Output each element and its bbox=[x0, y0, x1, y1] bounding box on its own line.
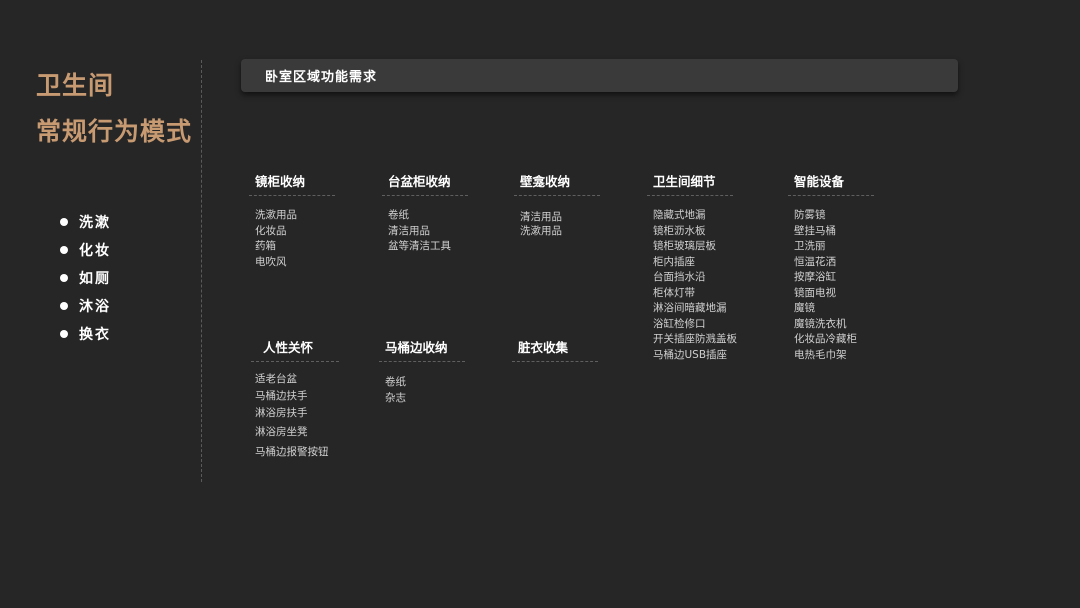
category-item: 镜面电视 bbox=[794, 286, 836, 299]
category-bathroom-details: 卫生间细节 隐藏式地漏 镜柜沥水板 镜柜玻璃层板 柜内插座 台面挡水沿 柜体灯带… bbox=[647, 171, 737, 363]
category-item: 台面挡水沿 bbox=[653, 271, 706, 283]
category-humane-care: 人性关怀 适老台盆 马桶边扶手 淋浴房扶手 淋浴房坐凳 马桶边报警按钮 bbox=[251, 337, 339, 462]
category-item: 盆等清洁工具 bbox=[388, 240, 451, 252]
category-item: 隐藏式地漏 bbox=[653, 209, 706, 221]
section-header-bar: 卧室区域功能需求 bbox=[241, 59, 958, 92]
behavior-item: 化妆 bbox=[60, 236, 111, 264]
category-item: 马桶边扶手 bbox=[255, 390, 308, 402]
category-item: 魔镜 bbox=[794, 302, 815, 314]
category-item: 柜体灯带 bbox=[653, 286, 695, 299]
category-items: 洗漱用品 化妆品 药箱 电吹风 bbox=[249, 208, 335, 270]
category-toilet-storage: 马桶边收纳 卷纸 杂志 bbox=[379, 337, 465, 406]
category-item: 卷纸 bbox=[385, 376, 406, 388]
category-item: 电吹风 bbox=[255, 255, 287, 268]
category-item: 淋浴房坐凳 bbox=[255, 426, 308, 438]
category-item: 防雾镜 bbox=[794, 209, 826, 221]
category-item: 化妆品 bbox=[255, 224, 287, 237]
category-title: 壁龛收纳 bbox=[514, 171, 600, 196]
page-title-line-2: 常规行为模式 bbox=[36, 117, 193, 146]
category-niche: 壁龛收纳 清洁用品 洗漱用品 bbox=[514, 171, 600, 238]
section-header-title: 卧室区域功能需求 bbox=[265, 70, 378, 85]
bullet-dot-icon bbox=[60, 218, 68, 226]
category-items: 清洁用品 洗漱用品 bbox=[514, 210, 600, 238]
behavior-list: 洗漱 化妆 如厕 沐浴 换衣 bbox=[60, 208, 111, 348]
category-mirror-cabinet: 镜柜收纳 洗漱用品 化妆品 药箱 电吹风 bbox=[249, 171, 335, 270]
category-item: 卷纸 bbox=[388, 209, 409, 221]
category-title: 人性关怀 bbox=[251, 337, 339, 362]
category-item: 淋浴间暗藏地漏 bbox=[653, 302, 727, 314]
category-item: 柜内插座 bbox=[653, 255, 695, 268]
behavior-item: 洗漱 bbox=[60, 208, 111, 236]
category-item: 化妆品冷藏柜 bbox=[794, 333, 857, 345]
category-item: 洗漱用品 bbox=[255, 209, 297, 221]
category-item: 淋浴房扶手 bbox=[255, 407, 308, 419]
category-item: 浴缸检修口 bbox=[653, 317, 706, 330]
category-item: 洗漱用品 bbox=[520, 225, 562, 237]
page-title-line-1: 卫生间 bbox=[36, 71, 115, 100]
category-smart-devices: 智能设备 防雾镜 壁挂马桶 卫洗丽 恒温花洒 按摩浴缸 镜面电视 魔镜 魔镜洗衣… bbox=[788, 171, 874, 363]
category-title: 镜柜收纳 bbox=[249, 171, 335, 196]
bullet-dot-icon bbox=[60, 302, 68, 310]
behavior-item-label: 洗漱 bbox=[79, 215, 111, 231]
category-laundry-collection: 脏衣收集 bbox=[512, 337, 598, 362]
bullet-dot-icon bbox=[60, 274, 68, 282]
category-item: 魔镜洗衣机 bbox=[794, 317, 847, 330]
category-items: 适老台盆 马桶边扶手 淋浴房扶手 淋浴房坐凳 马桶边报警按钮 bbox=[251, 371, 339, 462]
category-item: 按摩浴缸 bbox=[794, 271, 836, 283]
bullet-dot-icon bbox=[60, 246, 68, 254]
category-item: 镜柜玻璃层板 bbox=[653, 240, 716, 252]
category-item: 壁挂马桶 bbox=[794, 224, 836, 237]
category-item: 开关插座防溅盖板 bbox=[653, 333, 737, 345]
behavior-item-label: 如厕 bbox=[79, 271, 111, 287]
category-item: 清洁用品 bbox=[388, 224, 430, 237]
category-item: 药箱 bbox=[255, 240, 276, 252]
category-basin-cabinet: 台盆柜收纳 卷纸 清洁用品 盆等清洁工具 bbox=[382, 171, 468, 255]
category-items: 隐藏式地漏 镜柜沥水板 镜柜玻璃层板 柜内插座 台面挡水沿 柜体灯带 淋浴间暗藏… bbox=[647, 208, 737, 363]
category-title: 卫生间细节 bbox=[647, 171, 733, 196]
category-title: 脏衣收集 bbox=[512, 337, 598, 362]
behavior-item-label: 沐浴 bbox=[79, 299, 111, 315]
category-item: 清洁用品 bbox=[520, 211, 562, 223]
behavior-item-label: 化妆 bbox=[79, 243, 111, 259]
vertical-divider bbox=[201, 60, 202, 482]
category-title: 智能设备 bbox=[788, 171, 874, 196]
category-item: 恒温花洒 bbox=[794, 255, 836, 268]
category-items: 卷纸 清洁用品 盆等清洁工具 bbox=[382, 208, 468, 255]
bullet-dot-icon bbox=[60, 330, 68, 338]
category-item: 电热毛巾架 bbox=[794, 348, 847, 361]
category-item: 镜柜沥水板 bbox=[653, 224, 706, 237]
category-item: 马桶边报警按钮 bbox=[255, 446, 329, 458]
category-title: 马桶边收纳 bbox=[379, 337, 465, 362]
category-item: 杂志 bbox=[385, 391, 406, 404]
behavior-item: 沐浴 bbox=[60, 292, 111, 320]
category-items: 卷纸 杂志 bbox=[379, 375, 465, 406]
behavior-item: 换衣 bbox=[60, 320, 111, 348]
category-item: 卫洗丽 bbox=[794, 240, 826, 252]
category-item: 适老台盆 bbox=[255, 373, 297, 385]
behavior-item-label: 换衣 bbox=[79, 327, 111, 343]
category-title: 台盆柜收纳 bbox=[382, 171, 468, 196]
behavior-item: 如厕 bbox=[60, 264, 111, 292]
category-item: 马桶边USB插座 bbox=[653, 348, 728, 361]
category-items: 防雾镜 壁挂马桶 卫洗丽 恒温花洒 按摩浴缸 镜面电视 魔镜 魔镜洗衣机 化妆品… bbox=[788, 208, 874, 363]
